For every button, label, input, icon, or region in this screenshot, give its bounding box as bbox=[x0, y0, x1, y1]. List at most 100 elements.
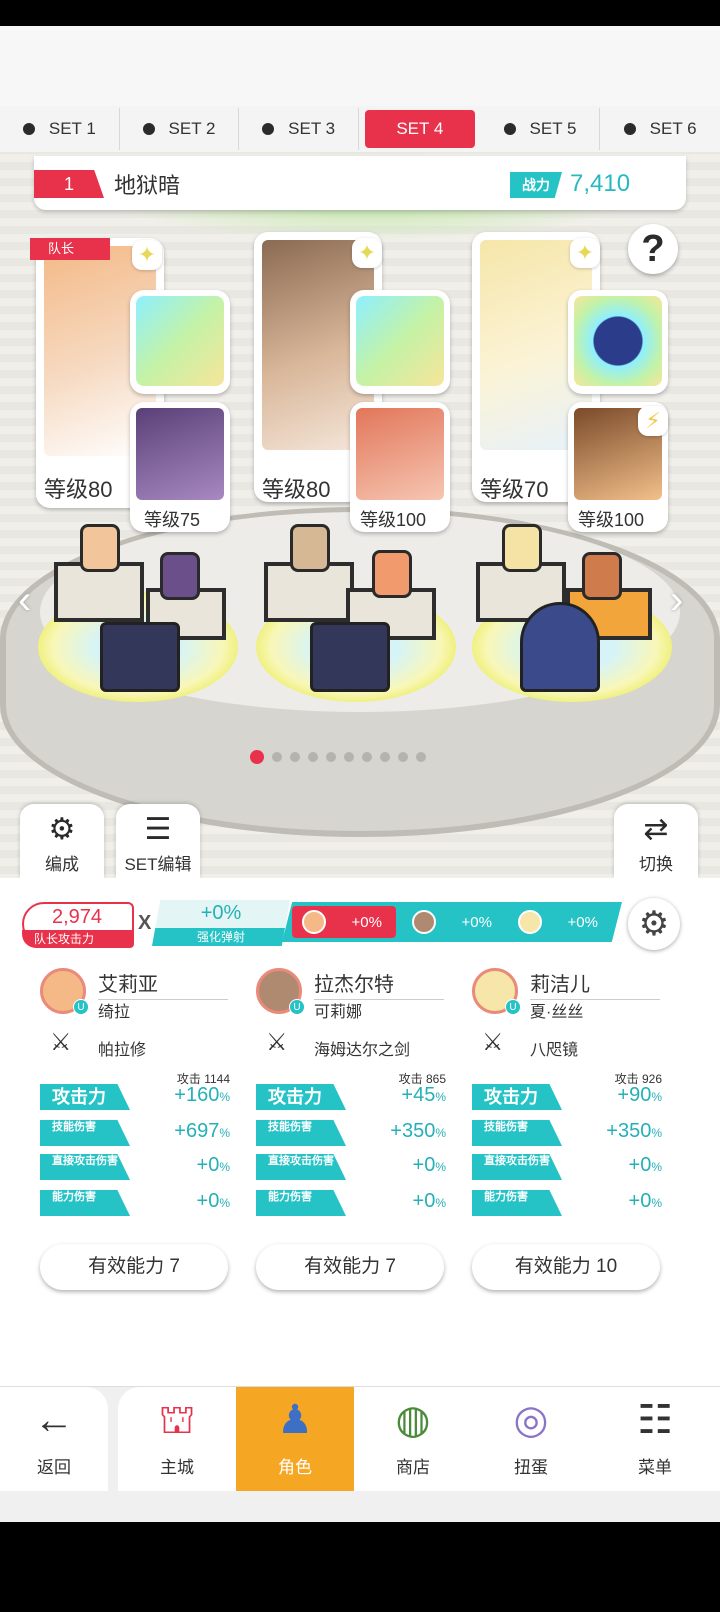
stat-value: +0% bbox=[196, 1154, 230, 1176]
stat-label: 技能伤害 bbox=[472, 1120, 562, 1146]
team-number: 1 bbox=[34, 170, 104, 198]
stat-value: +350% bbox=[606, 1120, 662, 1142]
page-dot[interactable] bbox=[308, 752, 318, 762]
weapon-name: 八咫镜 bbox=[530, 1042, 579, 1059]
switch-button[interactable]: ⇄ 切换 bbox=[614, 804, 698, 878]
tab-set-3[interactable]: SET 3 bbox=[239, 108, 359, 150]
page-dot[interactable] bbox=[398, 752, 408, 762]
formation-button[interactable]: ⚙ 编成 bbox=[20, 804, 104, 878]
page-dot[interactable] bbox=[250, 750, 264, 764]
page-dot[interactable] bbox=[290, 752, 300, 762]
system-bar bbox=[0, 1522, 720, 1612]
back-arrow-icon: ← bbox=[34, 1398, 74, 1442]
weapon-card-1[interactable] bbox=[130, 290, 230, 394]
set-edit-button[interactable]: ☰ SET编辑 bbox=[116, 804, 200, 878]
stat-skill: 技能伤害 +697% bbox=[40, 1120, 230, 1148]
set-tabs: SET 1 SET 2 SET 3 SET 4 SET 5 SET 6 bbox=[0, 108, 720, 152]
weapon-icon: ⚔ bbox=[266, 1029, 288, 1056]
effective-ability-button-2[interactable]: 有效能力 7 bbox=[256, 1244, 444, 1290]
leader-tag: 队长 bbox=[30, 238, 110, 260]
mirror-weapon-icon bbox=[574, 296, 662, 386]
element-badge-icon: U bbox=[73, 999, 89, 1015]
settings-gear-icon[interactable]: ⚙ bbox=[628, 898, 680, 950]
page-dot[interactable] bbox=[344, 752, 354, 762]
party-scene: 1 地狱暗 战力 7,410 ? 队长 等级80 ✦ 等级75 等级80 ✦ 等… bbox=[0, 152, 720, 890]
next-arrow-icon[interactable]: › bbox=[670, 580, 696, 620]
formation-gear-icon: ⚙ bbox=[48, 813, 76, 846]
stat-value: +0% bbox=[196, 1190, 230, 1212]
weapon-name: 帕拉修 bbox=[98, 1042, 147, 1059]
bonus-strip: +0% +0% +0% bbox=[282, 902, 622, 942]
element-badge-icon: U bbox=[505, 999, 521, 1015]
stat-attack: 攻击 1144 攻击力 +160% bbox=[40, 1072, 230, 1112]
hero-level: 等级80 bbox=[262, 477, 331, 502]
stat-value: +0% bbox=[628, 1154, 662, 1176]
hero-sprite bbox=[502, 524, 542, 572]
bounce-value: +0% bbox=[200, 902, 242, 924]
tab-set-4[interactable]: SET 4 bbox=[364, 110, 475, 148]
page-dot[interactable] bbox=[380, 752, 390, 762]
stat-value: +0% bbox=[412, 1154, 446, 1176]
nav-character[interactable]: ♟ 角色 bbox=[236, 1387, 354, 1491]
sparkle-icon: ✦ bbox=[132, 240, 162, 270]
stat-label: 能力伤害 bbox=[40, 1190, 130, 1216]
stat-value: +697% bbox=[174, 1120, 230, 1142]
menu-list-icon: ☷ bbox=[637, 1398, 673, 1442]
tab-set-5[interactable]: SET 5 bbox=[481, 108, 601, 150]
leader-attack-value: 2,974 bbox=[52, 906, 103, 928]
nav-town[interactable]: ⛫ 主城 bbox=[118, 1387, 236, 1491]
stat-ability: 能力伤害 +0% bbox=[40, 1190, 230, 1218]
stat-value: +350% bbox=[390, 1120, 446, 1142]
tab-dot-icon bbox=[22, 123, 35, 135]
hero-name: 拉杰尔特 bbox=[314, 968, 444, 1000]
hero-level: 等级70 bbox=[480, 477, 549, 502]
effective-ability-button-1[interactable]: 有效能力 7 bbox=[40, 1244, 228, 1290]
sub-hero-name: 夏·丝丝 bbox=[530, 1004, 584, 1021]
hero-sprite bbox=[80, 524, 120, 572]
nav-gacha[interactable]: ◎ 扭蛋 bbox=[472, 1387, 590, 1491]
sub-hero-portrait bbox=[136, 408, 224, 500]
weapon-mirror-sprite bbox=[520, 602, 600, 692]
page-indicator bbox=[250, 750, 426, 764]
stat-skill: 技能伤害 +350% bbox=[472, 1120, 662, 1148]
weapon-card-2[interactable] bbox=[350, 290, 450, 394]
weapon-icon: ⚔ bbox=[482, 1029, 504, 1056]
stat-direct: 直接攻击伤害 +0% bbox=[256, 1154, 446, 1182]
stats-panel: 2,974 队长攻击力 X +0% 强化弹射 +0% +0% +0% ⚙ U 艾… bbox=[0, 878, 720, 1388]
team-name: 地狱暗 bbox=[114, 173, 181, 198]
stat-value: +0% bbox=[412, 1190, 446, 1212]
stat-label: 直接攻击伤害 bbox=[256, 1154, 346, 1180]
hero-level: 等级80 bbox=[44, 477, 113, 502]
stat-ability: 能力伤害 +0% bbox=[472, 1190, 662, 1218]
page-dot[interactable] bbox=[272, 752, 282, 762]
nav-menu[interactable]: ☷ 菜单 bbox=[590, 1387, 720, 1491]
nav-shop[interactable]: ◍ 商店 bbox=[354, 1387, 472, 1491]
stat-label: 能力伤害 bbox=[256, 1190, 346, 1216]
bonus-hero-3: +0% bbox=[508, 906, 612, 938]
sub-hero-card-2[interactable]: 等级100 bbox=[350, 402, 450, 532]
team-banner[interactable]: 1 地狱暗 战力 7,410 bbox=[34, 156, 686, 210]
tab-set-1[interactable]: SET 1 bbox=[0, 108, 120, 150]
weapon-name: 海姆达尔之剑 bbox=[314, 1042, 411, 1059]
hero-face-icon bbox=[412, 910, 436, 934]
tab-set-6[interactable]: SET 6 bbox=[600, 108, 720, 150]
sword-weapon-icon bbox=[356, 296, 444, 386]
shop-bag-icon: ◍ bbox=[395, 1398, 431, 1442]
nav-back[interactable]: ← 返回 bbox=[0, 1387, 108, 1491]
prev-arrow-icon[interactable]: ‹ bbox=[18, 580, 44, 620]
effective-ability-button-3[interactable]: 有效能力 10 bbox=[472, 1244, 660, 1290]
tab-set-2[interactable]: SET 2 bbox=[120, 108, 240, 150]
stat-direct: 直接攻击伤害 +0% bbox=[40, 1154, 230, 1182]
sub-hero-name: 可莉娜 bbox=[314, 1004, 363, 1021]
page-dot[interactable] bbox=[416, 752, 426, 762]
page-dot[interactable] bbox=[362, 752, 372, 762]
weapon-icon: ⚔ bbox=[50, 1029, 72, 1056]
hero-avatar: U bbox=[256, 968, 305, 1015]
help-button[interactable]: ? bbox=[628, 224, 678, 274]
hero-sprite bbox=[582, 552, 622, 600]
sub-hero-card-1[interactable]: 等级75 bbox=[130, 402, 230, 532]
weapon-card-3[interactable] bbox=[568, 290, 668, 394]
hero-sprite bbox=[372, 550, 412, 598]
page-dot[interactable] bbox=[326, 752, 336, 762]
sub-hero-level: 等级100 bbox=[360, 510, 427, 530]
